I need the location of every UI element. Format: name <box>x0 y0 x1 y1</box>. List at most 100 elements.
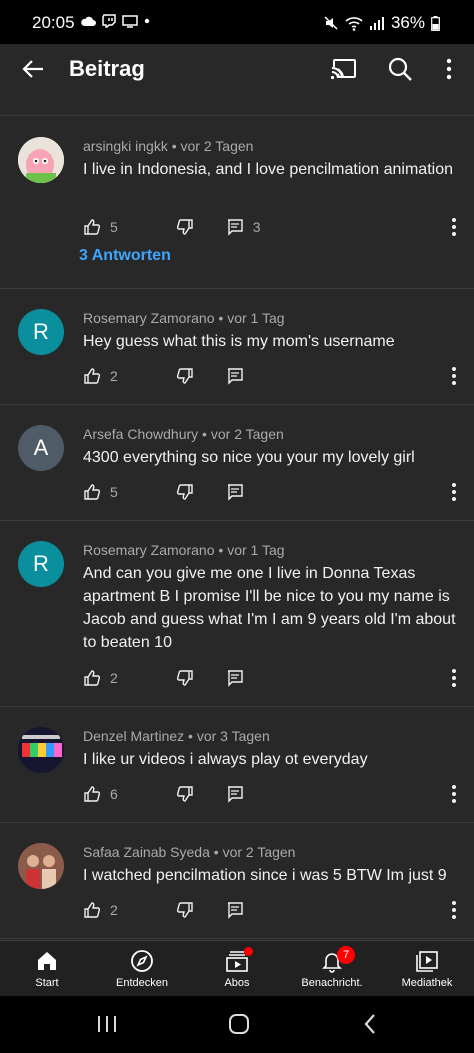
comment-more-icon[interactable] <box>448 782 460 806</box>
thumbs-down-icon <box>176 670 193 686</box>
like-button[interactable]: 5 <box>83 483 118 501</box>
thumbs-down-icon <box>176 902 193 918</box>
thumbs-up-icon <box>84 902 101 918</box>
reply-button[interactable] <box>226 669 244 687</box>
comment-meta: Safaa Zainab Syeda • vor 2 Tagen <box>83 844 296 860</box>
comment-age: vor 2 Tagen <box>222 844 296 860</box>
status-bar: 20:05 36% <box>0 0 474 44</box>
comment-item: Safaa Zainab Syeda • vor 2 Tagen I watch… <box>0 823 474 939</box>
thumbs-down-icon <box>176 484 193 500</box>
dislike-button[interactable] <box>176 218 194 236</box>
nav-explore-label: Entdecken <box>116 977 168 989</box>
comment-more-icon[interactable] <box>448 215 460 239</box>
like-button[interactable]: 5 <box>83 218 118 236</box>
comment-text: And can you give me one I live in Donna … <box>83 565 456 651</box>
recent-apps-icon[interactable] <box>96 1014 118 1034</box>
comment-author[interactable]: Safaa Zainab Syeda <box>83 844 210 860</box>
dislike-button[interactable] <box>176 901 194 919</box>
page-title: Beitrag <box>69 56 145 81</box>
cast-icon[interactable] <box>329 54 359 84</box>
nav-explore[interactable]: Entdecken <box>95 941 189 997</box>
comment-meta: Rosemary Zamorano • vor 1 Tag <box>83 310 285 326</box>
comment-more-icon[interactable] <box>448 480 460 504</box>
comment-author[interactable]: arsingki ingkk <box>83 138 168 154</box>
comment-icon <box>227 219 243 236</box>
comment-text: I like ur videos i always play ot everyd… <box>83 751 368 768</box>
more-vert-icon[interactable] <box>434 54 464 84</box>
dislike-button[interactable] <box>176 785 194 803</box>
comment-item: arsingki ingkk • vor 2 Tagen I live in I… <box>0 117 474 289</box>
avatar[interactable] <box>18 843 64 889</box>
thumbs-down-icon <box>176 219 193 235</box>
avatar-letter: A <box>33 435 49 460</box>
comment-author[interactable]: Denzel Martinez <box>83 728 184 744</box>
reply-button[interactable] <box>226 785 244 803</box>
comment-age: vor 2 Tagen <box>210 426 284 442</box>
like-button[interactable]: 6 <box>83 785 118 803</box>
status-notification-icons <box>80 14 150 28</box>
reply-button[interactable] <box>226 483 244 501</box>
search-icon[interactable] <box>385 54 415 84</box>
comment-age: vor 3 Tagen <box>196 728 270 744</box>
comment-actions: 2 <box>83 666 244 690</box>
like-button[interactable]: 2 <box>83 901 118 919</box>
thumbs-up-icon <box>84 670 101 686</box>
status-time: 20:05 <box>32 13 75 32</box>
comment-age: vor 1 Tag <box>227 542 285 558</box>
avatar[interactable]: A <box>18 425 64 471</box>
like-count: 2 <box>110 368 118 384</box>
thumbs-down-icon <box>176 786 193 802</box>
nav-notifications[interactable]: 7 Benachricht. <box>285 941 379 997</box>
reply-button[interactable]: 3 <box>226 218 261 236</box>
nav-subscriptions-label: Abos <box>224 977 250 989</box>
comment-text: Hey guess what this is my mom's username <box>83 333 395 350</box>
comment-item: R Rosemary Zamorano • vor 1 Tag And can … <box>0 521 474 707</box>
comment-more-icon[interactable] <box>448 666 460 690</box>
comment-author[interactable]: Rosemary Zamorano <box>83 310 215 326</box>
cloud-icon <box>81 16 96 26</box>
avatar-letter: R <box>33 551 49 576</box>
comment-author[interactable]: Arsefa Chowdhury <box>83 426 198 442</box>
avatar[interactable]: R <box>18 309 64 355</box>
status-right-icons: 36% <box>323 13 440 33</box>
like-button[interactable]: 2 <box>83 669 118 687</box>
comment-item: Denzel Martinez • vor 3 Tagen I like ur … <box>0 707 474 823</box>
dislike-button[interactable] <box>176 669 194 687</box>
comment-actions: 2 <box>83 364 244 388</box>
dislike-button[interactable] <box>176 367 194 385</box>
avatar[interactable] <box>18 727 64 773</box>
like-count: 2 <box>110 670 118 686</box>
system-back-icon[interactable] <box>362 1013 378 1035</box>
dislike-button[interactable] <box>176 483 194 501</box>
comment-actions: 2 <box>83 898 244 922</box>
avatar[interactable] <box>18 137 64 183</box>
comments-feed[interactable]: arsingki ingkk • vor 2 Tagen I live in I… <box>0 94 474 940</box>
reply-count: 3 <box>252 219 261 235</box>
nav-home[interactable]: Start <box>0 941 94 997</box>
comment-more-icon[interactable] <box>448 898 460 922</box>
nav-subscriptions[interactable]: Abos <box>190 941 284 997</box>
avatar[interactable]: R <box>18 541 64 587</box>
signal-icon <box>369 17 384 30</box>
mute-icon <box>324 16 338 30</box>
reply-button[interactable] <box>226 367 244 385</box>
thumbs-up-icon <box>84 368 101 384</box>
avatar-image-icon <box>18 727 64 773</box>
view-replies-link[interactable]: 3 Antworten <box>79 247 171 265</box>
home-button-icon[interactable] <box>227 1013 251 1035</box>
comment-meta: Arsefa Chowdhury • vor 2 Tagen <box>83 426 284 442</box>
back-arrow-icon[interactable] <box>18 54 48 84</box>
like-button[interactable]: 2 <box>83 367 118 385</box>
reply-button[interactable] <box>226 901 244 919</box>
nav-home-label: Start <box>35 977 59 989</box>
comment-meta: Denzel Martinez • vor 3 Tagen <box>83 728 270 744</box>
comment-actions: 5 <box>83 480 244 504</box>
avatar-image-icon <box>18 843 64 889</box>
twitch-icon <box>102 14 116 28</box>
comment-author[interactable]: Rosemary Zamorano <box>83 542 215 558</box>
nav-library[interactable]: Mediathek <box>380 941 474 997</box>
comment-icon <box>227 484 243 501</box>
library-icon <box>416 951 438 972</box>
comment-more-icon[interactable] <box>448 364 460 388</box>
comment-icon <box>227 670 243 687</box>
